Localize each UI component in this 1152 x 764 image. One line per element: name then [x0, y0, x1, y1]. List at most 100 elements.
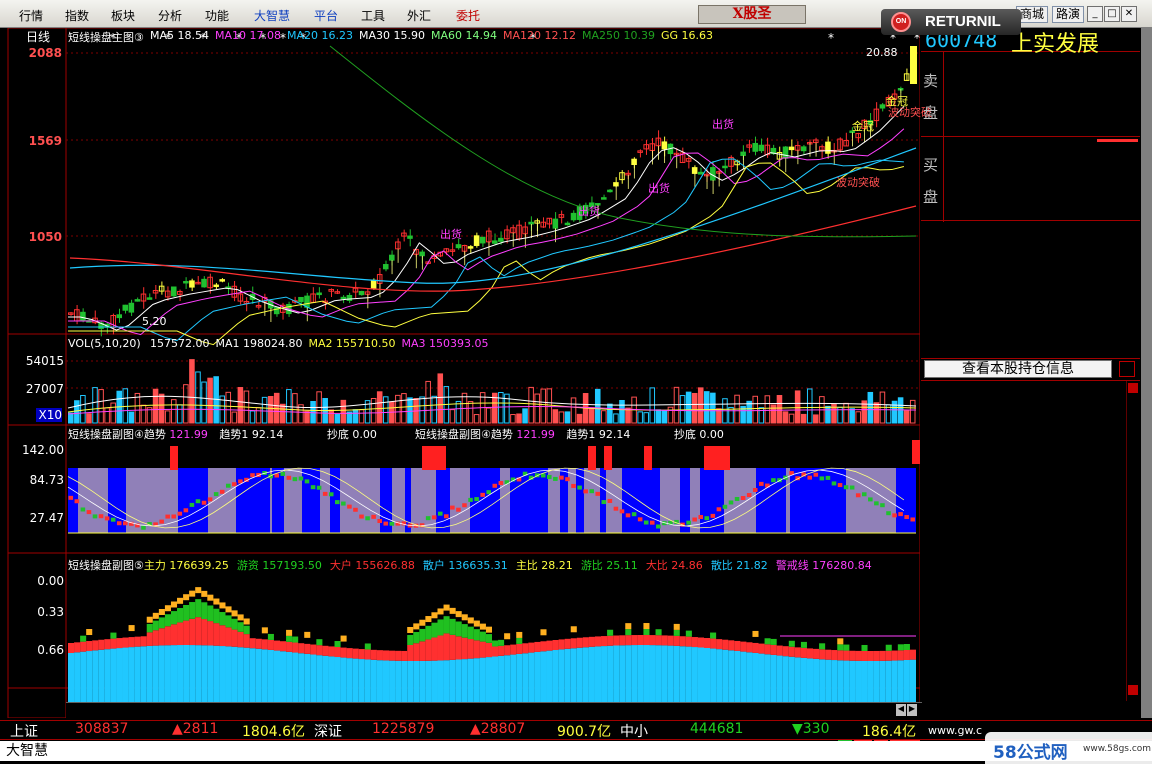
menu-platform[interactable]: 平台	[314, 7, 338, 24]
capital-large-bar	[213, 623, 220, 646]
capital-main-bar	[146, 616, 153, 623]
roadshow-button[interactable]: 路演	[1052, 6, 1084, 23]
scroll-up-icon[interactable]	[1128, 383, 1138, 393]
capital-large-bar	[891, 650, 898, 661]
capital-large-bar	[655, 635, 662, 646]
tab-right-arrow-icon[interactable]: ▶	[907, 704, 917, 716]
capital-main-bar	[158, 609, 165, 616]
candle-body	[782, 146, 789, 159]
sh-change: ▲2811	[172, 721, 219, 737]
trend-step	[92, 514, 98, 519]
candle-body	[316, 292, 322, 296]
volume-bar	[485, 407, 492, 424]
capital-large-bar	[897, 650, 904, 661]
menu-trade[interactable]: 委托	[456, 7, 480, 24]
capital-large-bar	[183, 620, 190, 646]
sub5-legend-6: 大比 24.86	[645, 559, 703, 572]
minimize-icon[interactable]: _	[1087, 6, 1103, 22]
trend-step	[686, 520, 691, 525]
volume-bar	[558, 411, 565, 424]
capital-large-bar	[667, 635, 674, 646]
menu-index[interactable]: 指数	[65, 7, 89, 24]
capital-large-bar	[728, 640, 735, 651]
candle-body	[116, 314, 123, 319]
returnil-badge[interactable]: ON RETURNIL	[881, 9, 1021, 35]
vol-scale-badge[interactable]: X10	[36, 408, 62, 422]
trend-step	[86, 510, 92, 515]
capital-hot-bar	[485, 634, 492, 643]
volume-bar	[140, 404, 147, 424]
trend-step	[292, 477, 298, 482]
volume-bar	[552, 409, 559, 424]
candle-body	[528, 221, 534, 225]
trend-step	[547, 474, 552, 479]
sub5-title: 短线操盘副图⑤	[68, 559, 144, 572]
capital-hot-bar	[449, 618, 456, 635]
trend-step	[559, 475, 564, 480]
candle-body	[552, 218, 559, 229]
capital-hot-bar	[413, 631, 420, 644]
capital-large-bar	[800, 647, 807, 658]
capital-large-bar	[740, 641, 747, 652]
volume-bar	[534, 393, 540, 424]
holdings-toggle[interactable]	[1119, 361, 1135, 377]
capital-large-bar	[128, 637, 135, 648]
chart-area[interactable]: * * * * * * * * * * *	[0, 28, 920, 718]
volume-bar	[776, 395, 783, 424]
tab-left-arrow-icon[interactable]: ◀	[896, 704, 906, 716]
trend-step	[353, 507, 358, 512]
trend-step	[104, 516, 110, 521]
app-name-field[interactable]: 大智慧	[6, 741, 66, 761]
capital-large-bar	[74, 642, 81, 653]
trend-step	[831, 481, 837, 486]
capital-hot-bar	[764, 638, 771, 645]
zx-label[interactable]: 中小	[620, 721, 648, 741]
capital-large-bar	[879, 650, 886, 661]
menu-sector[interactable]: 板块	[111, 7, 135, 24]
menu-function[interactable]: 功能	[205, 7, 229, 24]
trend-step	[286, 475, 292, 480]
capital-large-bar	[746, 642, 753, 653]
capital-hot-bar	[80, 635, 87, 642]
menu-dzh[interactable]: 大智慧	[254, 7, 290, 24]
close-icon[interactable]: ✕	[1121, 6, 1137, 22]
volume-bar	[231, 411, 238, 424]
capital-main-bar	[449, 607, 456, 614]
trend-step	[159, 519, 164, 524]
capital-main-bar	[413, 623, 420, 630]
menu-analysis[interactable]: 分析	[158, 7, 182, 24]
capital-large-bar	[231, 629, 238, 647]
sub5-legend-0: 主力 176639.25	[143, 559, 229, 572]
period-label[interactable]: 日线	[26, 28, 50, 45]
sh-label[interactable]: 上证	[10, 721, 38, 741]
capital-large-bar	[134, 636, 141, 647]
watermark-text: 58公式网	[993, 743, 1068, 763]
trend-step	[98, 514, 104, 519]
trend-step	[425, 516, 431, 521]
sz-label[interactable]: 深证	[314, 721, 342, 741]
capital-large-bar	[510, 644, 517, 655]
maximize-icon[interactable]: □	[1104, 6, 1120, 22]
trend-step	[450, 505, 455, 510]
sub4-y-top: 142.00	[22, 443, 64, 457]
star-marker: *	[828, 31, 834, 45]
candle-body	[340, 296, 347, 300]
capital-main-bar	[340, 635, 347, 642]
capital-large-bar	[697, 637, 704, 648]
volume-bar	[570, 397, 577, 424]
capital-large-bar	[479, 641, 486, 658]
trend-blue-block	[236, 468, 252, 533]
capital-large-bar	[455, 636, 462, 660]
menu-tools[interactable]: 工具	[361, 7, 385, 24]
scroll-down-icon[interactable]	[1128, 685, 1138, 695]
capital-hot-bar	[885, 644, 892, 651]
capital-large-bar	[613, 635, 620, 646]
volume-bar	[655, 409, 662, 424]
view-holdings-button[interactable]: 查看本股持仓信息	[924, 360, 1112, 378]
capital-large-bar	[140, 636, 147, 647]
menu-quotes[interactable]: 行情	[19, 7, 43, 24]
menu-forex[interactable]: 外汇	[407, 7, 431, 24]
volume-bar	[110, 402, 116, 424]
tick-scrollbar[interactable]	[1126, 381, 1138, 701]
capital-main-bar	[164, 605, 171, 612]
